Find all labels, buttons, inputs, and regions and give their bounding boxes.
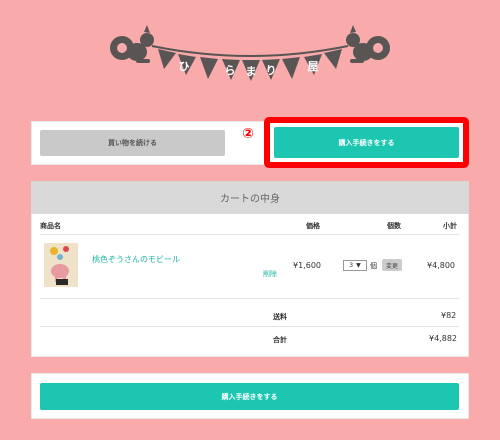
shop-logo[interactable]: ひ ら ま り 屋	[100, 22, 400, 84]
quantity-unit: 個	[370, 262, 377, 270]
shipping-label: 送料	[273, 313, 287, 321]
checkout-button-top[interactable]: 購入手続きをする	[274, 127, 459, 158]
step-number-badge: ②	[242, 126, 254, 142]
total-value: ¥4,882	[429, 334, 457, 343]
column-header-product: 商品名	[40, 222, 61, 230]
item-price: ¥1,600	[293, 261, 321, 270]
logo-letter: ひ	[178, 60, 190, 73]
cart-title: カートの中身	[31, 181, 469, 214]
total-label: 合計	[273, 336, 287, 344]
logo-letter: り	[265, 64, 277, 77]
divider	[40, 326, 459, 327]
quantity-select[interactable]: 3 ▼	[343, 260, 367, 271]
column-header-qty: 個数	[387, 222, 401, 230]
divider	[40, 298, 459, 299]
logo-letter: ら	[224, 64, 236, 77]
divider	[40, 234, 459, 235]
column-header-subtotal: 小計	[443, 222, 457, 230]
continue-shopping-button[interactable]: 買い物を続ける	[40, 130, 225, 156]
logo-letter: 屋	[307, 60, 319, 73]
item-subtotal: ¥4,800	[427, 261, 455, 270]
quantity-value: 3	[349, 262, 354, 269]
update-quantity-button[interactable]: 変更	[382, 259, 402, 271]
product-name-link[interactable]: 桃色ぞうさんのモビール	[92, 254, 180, 265]
elephant-mobile-image-icon	[44, 243, 78, 287]
checkout-button-bottom[interactable]: 購入手続きをする	[40, 383, 459, 410]
shipping-value: ¥82	[441, 311, 457, 320]
logo-letter: ま	[245, 65, 257, 78]
product-thumbnail[interactable]	[44, 243, 78, 287]
column-header-price: 価格	[306, 222, 320, 230]
chevron-down-icon: ▼	[356, 262, 361, 269]
delete-link[interactable]: 削除	[263, 269, 277, 279]
